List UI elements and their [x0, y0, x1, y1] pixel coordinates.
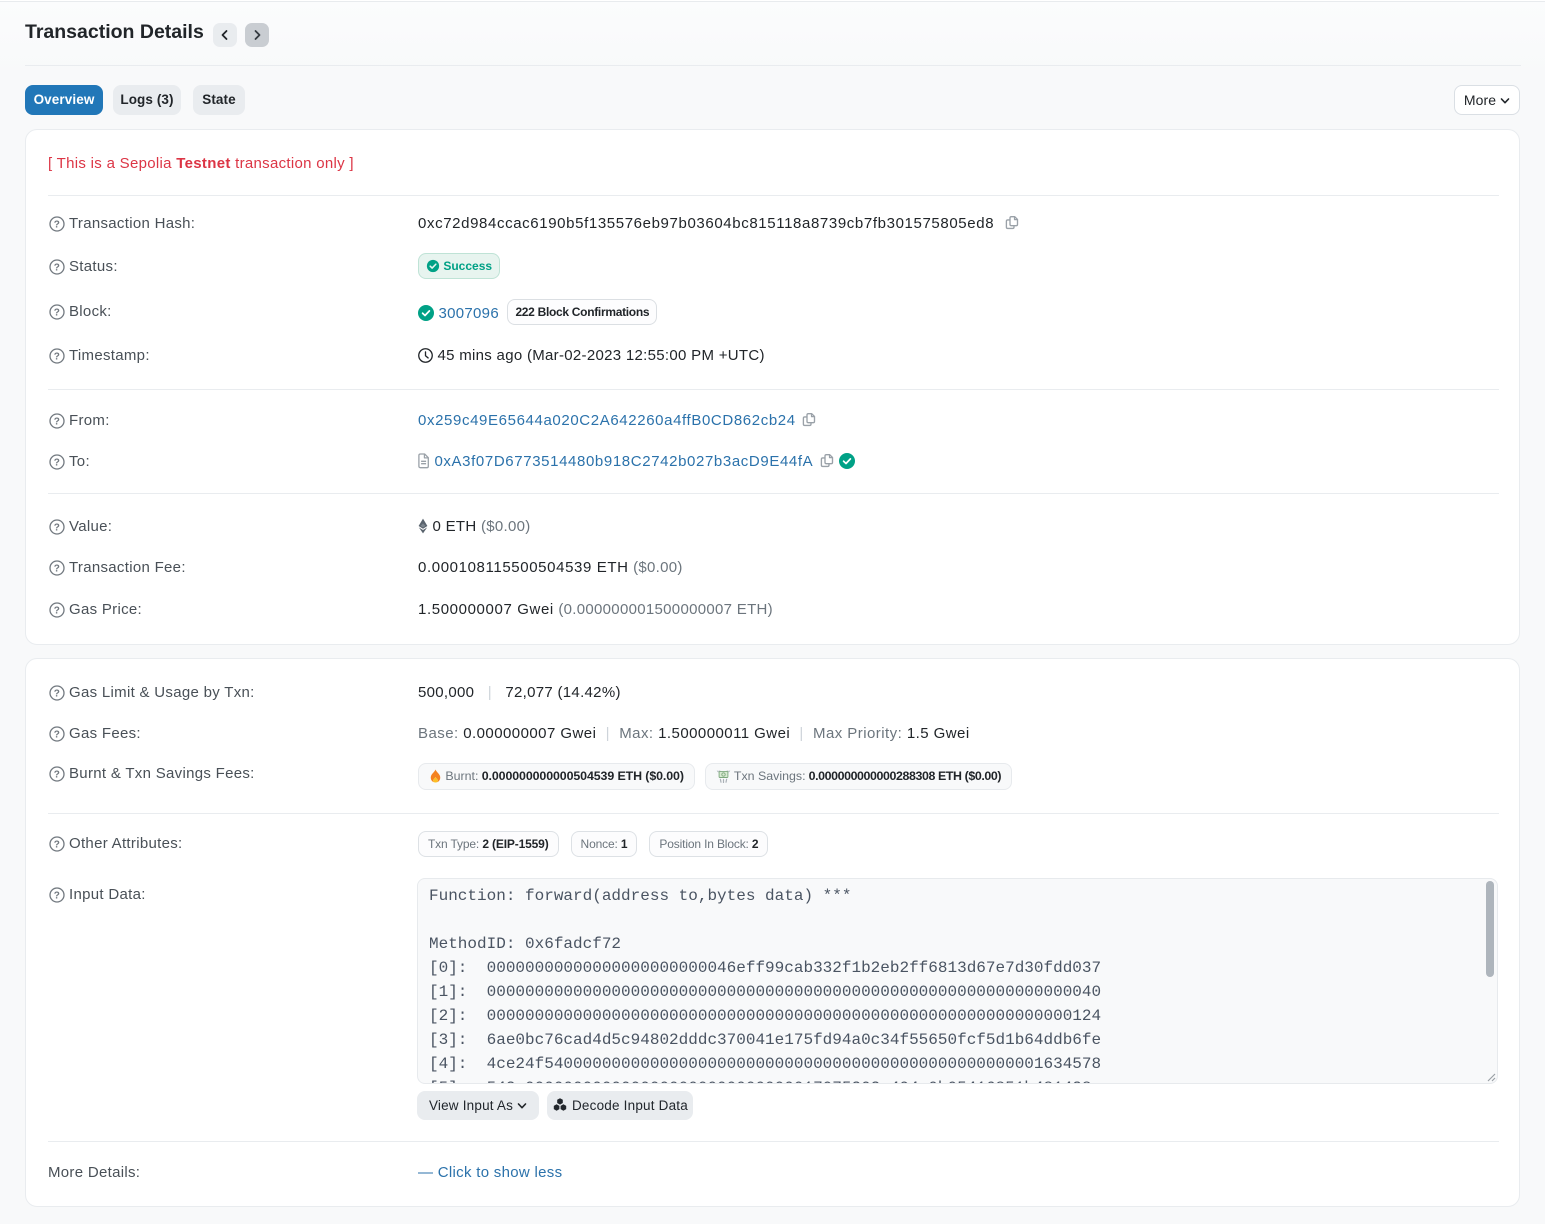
- svg-text:?: ?: [54, 220, 60, 231]
- svg-text:?: ?: [54, 689, 60, 700]
- svg-text:?: ?: [54, 606, 60, 617]
- svg-text:?: ?: [54, 263, 60, 274]
- svg-text:?: ?: [54, 308, 60, 319]
- svg-text:?: ?: [54, 523, 60, 534]
- svg-text:?: ?: [54, 458, 60, 469]
- svg-text:?: ?: [54, 840, 60, 851]
- svg-text:?: ?: [54, 770, 60, 781]
- svg-text:?: ?: [54, 891, 60, 902]
- svg-text:?: ?: [54, 730, 60, 741]
- svg-text:?: ?: [54, 564, 60, 575]
- svg-text:?: ?: [54, 417, 60, 428]
- svg-text:?: ?: [54, 352, 60, 363]
